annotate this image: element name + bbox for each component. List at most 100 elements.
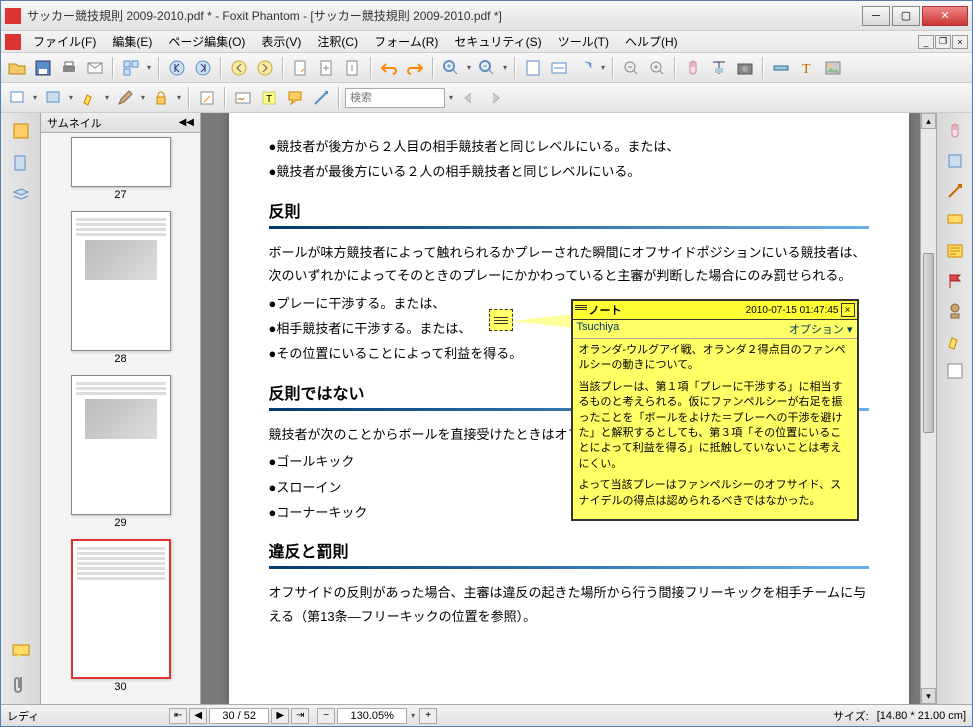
bookmarks-icon[interactable]	[9, 119, 33, 143]
snapshot-icon[interactable]	[733, 56, 757, 80]
note-popup[interactable]: ノート 2010-07-15 01:47:45 × Tsuchiya オプション…	[571, 299, 859, 521]
rotate-dropdown[interactable]: ▾	[599, 63, 607, 72]
organize-icon[interactable]	[119, 56, 143, 80]
menu-annot[interactable]: 注釈(C)	[309, 31, 366, 52]
page-last-icon[interactable]: ⇥	[291, 708, 309, 724]
typewriter-icon[interactable]: T	[257, 86, 281, 110]
search-again-plus-icon[interactable]	[645, 56, 669, 80]
fit-page-icon[interactable]	[521, 56, 545, 80]
pages-icon[interactable]	[9, 151, 33, 175]
nav-last-icon[interactable]	[191, 56, 215, 80]
text-tool-icon[interactable]: T	[795, 56, 819, 80]
redo-icon[interactable]	[403, 56, 427, 80]
close-button[interactable]: ✕	[922, 6, 968, 26]
menu-file[interactable]: ファイル(F)	[25, 31, 104, 52]
note-close-button[interactable]: ×	[841, 303, 855, 317]
thumbnail-item[interactable]: 29	[49, 375, 192, 529]
attachments-icon[interactable]	[9, 672, 33, 696]
goto-prev-icon[interactable]	[315, 56, 339, 80]
zoom-in-icon[interactable]	[439, 56, 463, 80]
zoom-out-btn[interactable]: −	[317, 708, 335, 724]
note-body[interactable]: オランダ-ウルグアイ戦、オランダ２得点目のファンペルシーの動きについて。 当該プ…	[573, 339, 857, 519]
tool-hand-icon[interactable]	[943, 119, 967, 143]
scroll-thumb[interactable]	[923, 253, 934, 433]
mdi-restore[interactable]: ❐	[935, 35, 951, 49]
zoom-input[interactable]	[337, 708, 407, 724]
highlight-tool-icon[interactable]	[77, 86, 101, 110]
zoom-in-dropdown[interactable]: ▾	[465, 63, 473, 72]
collapse-icon[interactable]: ◀◀	[179, 117, 194, 128]
vertical-scrollbar[interactable]: ▴ ▾	[920, 113, 936, 704]
search-again-minus-icon[interactable]	[619, 56, 643, 80]
menu-security[interactable]: セキュリティ(S)	[446, 31, 549, 52]
stamp-tool-icon[interactable]	[41, 86, 65, 110]
email-icon[interactable]	[83, 56, 107, 80]
select-text-icon[interactable]	[707, 56, 731, 80]
tool-attach-icon[interactable]	[943, 149, 967, 173]
note-title: ノート	[589, 302, 622, 318]
image-tool-icon[interactable]	[821, 56, 845, 80]
rotate-icon[interactable]	[573, 56, 597, 80]
note-tool-icon[interactable]	[5, 86, 29, 110]
scroll-up-icon[interactable]: ▴	[921, 113, 936, 129]
maximize-button[interactable]: ▢	[892, 6, 920, 26]
open-icon[interactable]	[5, 56, 29, 80]
search-input[interactable]	[345, 88, 445, 108]
tool-highlight-icon[interactable]	[943, 329, 967, 353]
menu-view[interactable]: 表示(V)	[253, 31, 309, 52]
hand-icon[interactable]	[681, 56, 705, 80]
thumbnail-list[interactable]: 27 28 29	[41, 133, 200, 704]
sign-tool-icon[interactable]	[231, 86, 255, 110]
zoom-in-btn[interactable]: +	[419, 708, 437, 724]
tool-flag-icon[interactable]	[943, 269, 967, 293]
mdi-close[interactable]: ×	[952, 35, 968, 49]
search-prev-icon[interactable]	[457, 86, 481, 110]
menu-help[interactable]: ヘルプ(H)	[617, 31, 686, 52]
note-annotation-icon[interactable]	[489, 309, 513, 331]
mdi-minimize[interactable]: _	[918, 35, 934, 49]
tool-text-icon[interactable]	[943, 359, 967, 383]
lock-tool-icon[interactable]	[149, 86, 173, 110]
page-prev-icon[interactable]: ◀	[189, 708, 207, 724]
thumbnail-item[interactable]: 27	[49, 137, 192, 201]
doc-rule	[269, 226, 869, 229]
tool-stamp-icon[interactable]	[943, 299, 967, 323]
menu-form[interactable]: フォーム(R)	[366, 31, 446, 52]
save-icon[interactable]	[31, 56, 55, 80]
page-number-input[interactable]	[209, 708, 269, 724]
scroll-down-icon[interactable]: ▾	[921, 688, 936, 704]
nav-prev-icon[interactable]	[227, 56, 251, 80]
minimize-button[interactable]: ─	[862, 6, 890, 26]
zoom-out-dropdown[interactable]: ▾	[501, 63, 509, 72]
measure-icon[interactable]	[769, 56, 793, 80]
organize-dropdown[interactable]: ▾	[145, 63, 153, 72]
layers-icon[interactable]	[9, 183, 33, 207]
thumbnail-title: サムネイル	[47, 115, 102, 131]
menu-tools[interactable]: ツール(T)	[550, 31, 617, 52]
nav-first-icon[interactable]	[165, 56, 189, 80]
goto-icon[interactable]	[289, 56, 313, 80]
comments-icon[interactable]	[9, 640, 33, 664]
callout-icon[interactable]	[283, 86, 307, 110]
page-next-icon[interactable]: ▶	[271, 708, 289, 724]
tool-arrow-icon[interactable]	[943, 179, 967, 203]
goto-next-icon[interactable]	[341, 56, 365, 80]
note-options[interactable]: オプション ▾	[789, 321, 853, 337]
link-tool-icon[interactable]	[309, 86, 333, 110]
pencil-tool-icon[interactable]	[113, 86, 137, 110]
nav-next-icon[interactable]	[253, 56, 277, 80]
document-area[interactable]: ●競技者が後方から２人目の相手競技者と同じレベルにいる。または、 ●競技者が最後…	[201, 113, 936, 704]
form-edit-icon[interactable]	[195, 86, 219, 110]
menu-edit[interactable]: 編集(E)	[104, 31, 160, 52]
thumbnail-item[interactable]: 30	[49, 539, 192, 693]
tool-callout-icon[interactable]	[943, 209, 967, 233]
zoom-out-icon[interactable]	[475, 56, 499, 80]
search-next-icon[interactable]	[483, 86, 507, 110]
print-icon[interactable]	[57, 56, 81, 80]
thumbnail-item[interactable]: 28	[49, 211, 192, 365]
undo-icon[interactable]	[377, 56, 401, 80]
page-first-icon[interactable]: ⇤	[169, 708, 187, 724]
fit-width-icon[interactable]	[547, 56, 571, 80]
menu-pageedit[interactable]: ページ編集(O)	[160, 31, 253, 52]
tool-note-icon[interactable]	[943, 239, 967, 263]
